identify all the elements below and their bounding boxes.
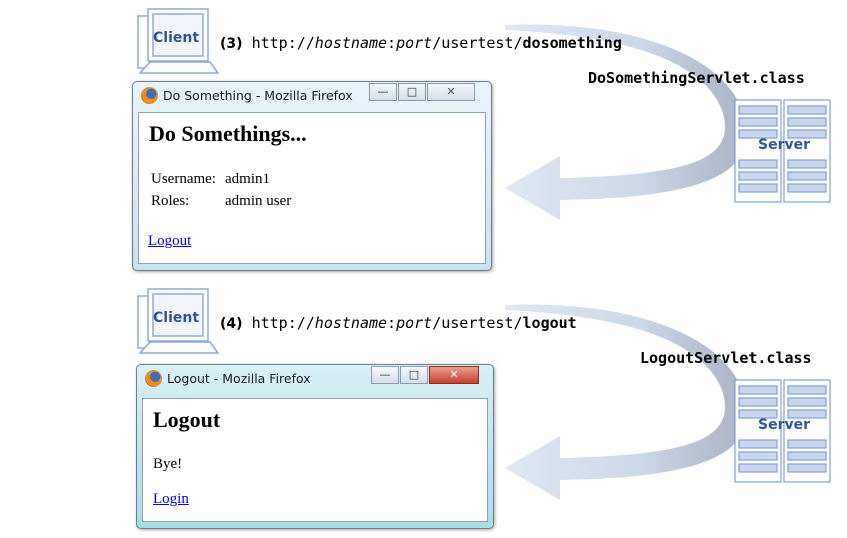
window-titlebar-1[interactable]: Do Something - Mozilla Firefox — □ ✕ [133,82,491,110]
bye-message: Bye! [153,456,183,472]
servlet-name-2: LogoutServlet.class [640,349,812,367]
browser-window-do-something: Do Something - Mozilla Firefox — □ ✕ Do … [132,81,492,271]
url-colon-1: : [387,34,397,52]
client-label-2: Client [153,310,200,326]
roles-value: admin user [225,193,292,209]
browser-window-logout: Logout - Mozilla Firefox — □ ✕ Logout By… [136,364,494,529]
window-titlebar-2[interactable]: Logout - Mozilla Firefox — □ ✕ [137,365,493,393]
username-label: Username: [151,171,216,187]
url-colon-2: : [387,314,397,332]
login-link[interactable]: Login [153,491,189,508]
minimize-button[interactable]: — [371,366,399,384]
maximize-button[interactable]: □ [400,366,428,384]
window-title-1: Do Something - Mozilla Firefox [163,88,353,103]
request-url-1: (3) http://hostname:port/usertest/dosome… [220,34,622,52]
request-url-2: (4) http://hostname:port/usertest/logout [220,314,577,332]
url-app-1: /usertest/ [432,34,523,52]
roles-label: Roles: [151,193,190,209]
response-arrow-1 [505,24,747,220]
server-label-1: Server [758,137,811,153]
page-content-1: Do Somethings... Username: admin1 Roles:… [138,112,486,264]
url-port-1: port [396,34,433,52]
maximize-button[interactable]: □ [398,83,426,101]
client-label-1: Client [153,30,200,46]
close-button[interactable]: ✕ [429,366,479,384]
window-title-2: Logout - Mozilla Firefox [167,371,311,386]
logout-link[interactable]: Logout [148,233,191,250]
step-number-2: (4) [220,316,243,332]
close-button[interactable]: ✕ [427,83,475,101]
server-label-2: Server [758,417,811,433]
firefox-icon [141,87,158,104]
url-host-2: hostname [314,314,388,332]
url-app-2: /usertest/ [432,314,523,332]
page-heading-1: Do Somethings... [149,121,307,146]
username-value: admin1 [225,171,270,187]
url-scheme-1: http:// [251,34,315,52]
minimize-button[interactable]: — [369,83,397,101]
url-host-1: hostname [314,34,388,52]
page-content-2: Logout Bye! Login [142,398,488,522]
url-port-2: port [396,314,433,332]
response-arrow-2 [505,304,747,500]
url-scheme-2: http:// [251,314,315,332]
step-number-1: (3) [220,36,243,52]
url-path-1: dosomething [522,34,622,52]
servlet-name-1: DoSomethingServlet.class [588,69,805,87]
url-path-2: logout [522,314,577,332]
page-heading-2: Logout [153,407,221,432]
firefox-icon [145,370,162,387]
